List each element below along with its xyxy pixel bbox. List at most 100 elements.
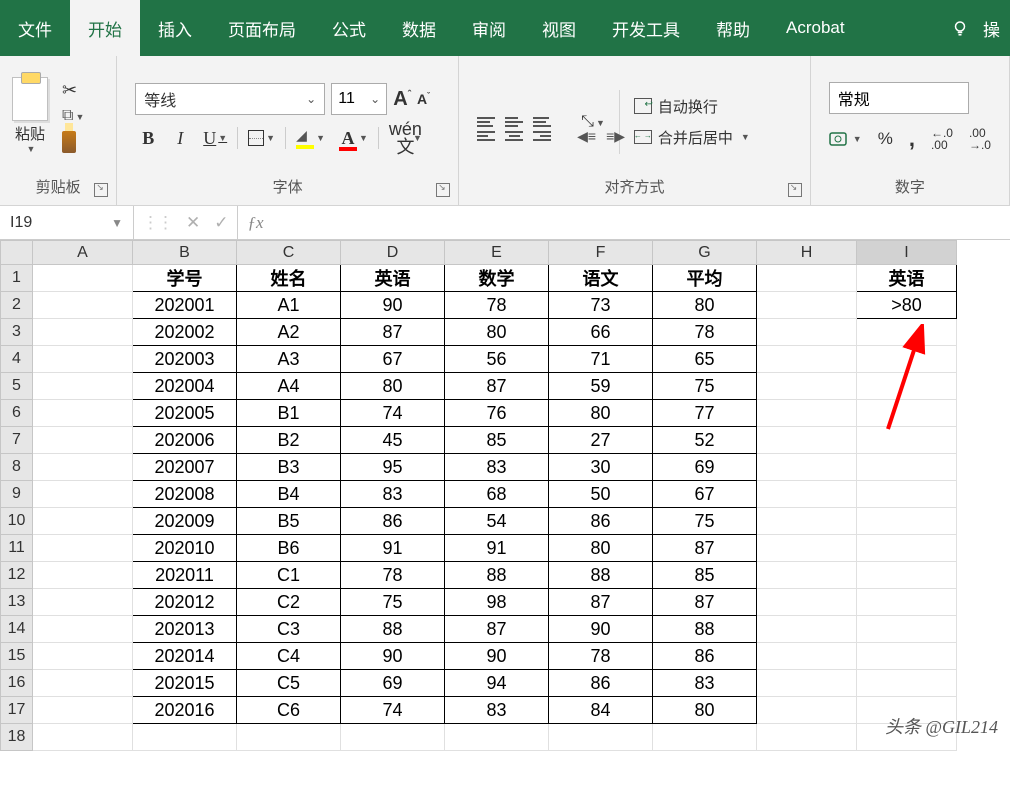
cell[interactable]: 202011 <box>133 562 237 589</box>
number-format-select[interactable]: 常规 <box>829 82 969 114</box>
cell[interactable]: 88 <box>653 616 757 643</box>
row-header[interactable]: 11 <box>1 535 33 562</box>
cut-icon[interactable]: ✂ <box>62 80 84 101</box>
cell[interactable]: 80 <box>653 697 757 724</box>
cell[interactable]: 74 <box>341 697 445 724</box>
cell[interactable] <box>757 292 857 319</box>
cell[interactable]: B1 <box>237 400 341 427</box>
cell[interactable]: 84 <box>549 697 653 724</box>
cell[interactable]: 90 <box>341 643 445 670</box>
cell[interactable] <box>757 454 857 481</box>
cell[interactable]: 56 <box>445 346 549 373</box>
cell[interactable] <box>857 454 957 481</box>
cell[interactable] <box>857 319 957 346</box>
cell[interactable]: 74 <box>341 400 445 427</box>
cell[interactable]: 73 <box>549 292 653 319</box>
cell[interactable]: A3 <box>237 346 341 373</box>
cell[interactable]: C6 <box>237 697 341 724</box>
cell[interactable]: 69 <box>653 454 757 481</box>
fill-color-button[interactable]: ▼ <box>292 125 329 151</box>
cell[interactable] <box>757 400 857 427</box>
dialog-launcher-font[interactable] <box>436 183 450 197</box>
cell[interactable] <box>133 724 237 751</box>
dialog-launcher-align[interactable] <box>788 183 802 197</box>
increase-indent-icon[interactable]: ≡▶ <box>606 128 625 145</box>
col-header-F[interactable]: F <box>549 241 653 265</box>
cell[interactable]: 88 <box>445 562 549 589</box>
cell[interactable] <box>237 724 341 751</box>
cell[interactable]: 86 <box>549 670 653 697</box>
align-right-icon[interactable] <box>533 131 551 141</box>
cell[interactable] <box>33 346 133 373</box>
cell[interactable]: 83 <box>445 454 549 481</box>
cell[interactable]: 85 <box>445 427 549 454</box>
cell[interactable]: C5 <box>237 670 341 697</box>
cell[interactable] <box>757 319 857 346</box>
cell[interactable]: 78 <box>341 562 445 589</box>
grid-table[interactable]: A B C D E F G H I 1学号姓名英语数学语文平均英语2202001… <box>0 240 957 751</box>
paste-button[interactable]: 粘贴 ▼ <box>8 73 52 154</box>
cell[interactable]: 202001 <box>133 292 237 319</box>
row-header[interactable]: 3 <box>1 319 33 346</box>
cell[interactable]: 91 <box>445 535 549 562</box>
cell[interactable] <box>757 481 857 508</box>
cell[interactable]: 83 <box>341 481 445 508</box>
font-color-button[interactable]: A▼ <box>335 125 372 151</box>
cell[interactable]: 78 <box>445 292 549 319</box>
row-header[interactable]: 2 <box>1 292 33 319</box>
cell[interactable]: 202002 <box>133 319 237 346</box>
tab-insert[interactable]: 插入 <box>140 0 210 56</box>
cell[interactable] <box>757 616 857 643</box>
cell[interactable] <box>857 481 957 508</box>
cell[interactable]: >80 <box>857 292 957 319</box>
cell[interactable] <box>757 346 857 373</box>
cell[interactable]: 98 <box>445 589 549 616</box>
cell[interactable] <box>857 562 957 589</box>
cell[interactable]: 平均 <box>653 265 757 292</box>
cell[interactable] <box>33 562 133 589</box>
cell[interactable]: 87 <box>341 319 445 346</box>
cell[interactable] <box>33 616 133 643</box>
col-header-A[interactable]: A <box>33 241 133 265</box>
cell[interactable] <box>549 724 653 751</box>
cell[interactable]: 78 <box>653 319 757 346</box>
cell[interactable]: 80 <box>445 319 549 346</box>
cell[interactable]: A1 <box>237 292 341 319</box>
cell[interactable]: 87 <box>653 535 757 562</box>
cell[interactable] <box>33 319 133 346</box>
row-header[interactable]: 6 <box>1 400 33 427</box>
cancel-icon[interactable]: ✕ <box>186 213 200 233</box>
cell[interactable] <box>757 562 857 589</box>
cell[interactable] <box>33 292 133 319</box>
cell[interactable]: 87 <box>445 373 549 400</box>
cell[interactable]: 95 <box>341 454 445 481</box>
align-top-icon[interactable] <box>477 117 495 127</box>
cell[interactable]: 90 <box>445 643 549 670</box>
cell[interactable] <box>757 427 857 454</box>
col-header-H[interactable]: H <box>757 241 857 265</box>
cell[interactable] <box>857 346 957 373</box>
font-name-select[interactable]: 等线⌄ <box>135 83 325 115</box>
cell[interactable]: 30 <box>549 454 653 481</box>
cell[interactable]: 202008 <box>133 481 237 508</box>
tab-help[interactable]: 帮助 <box>698 0 768 56</box>
cell[interactable] <box>757 643 857 670</box>
cell[interactable]: 83 <box>653 670 757 697</box>
cell[interactable]: 45 <box>341 427 445 454</box>
cell[interactable] <box>33 265 133 292</box>
cell[interactable] <box>33 643 133 670</box>
cell[interactable]: 52 <box>653 427 757 454</box>
comma-button[interactable]: , <box>909 126 915 152</box>
cell[interactable]: 85 <box>653 562 757 589</box>
cell[interactable]: 90 <box>341 292 445 319</box>
row-header[interactable]: 10 <box>1 508 33 535</box>
cell[interactable]: 80 <box>549 535 653 562</box>
cell[interactable]: 94 <box>445 670 549 697</box>
decrease-decimal-button[interactable]: .00→.0 <box>969 127 991 151</box>
name-box[interactable]: I19▼ <box>0 206 134 239</box>
cell[interactable]: 54 <box>445 508 549 535</box>
cell[interactable]: 202013 <box>133 616 237 643</box>
cell[interactable]: 59 <box>549 373 653 400</box>
cell[interactable]: 80 <box>341 373 445 400</box>
cell[interactable] <box>33 427 133 454</box>
